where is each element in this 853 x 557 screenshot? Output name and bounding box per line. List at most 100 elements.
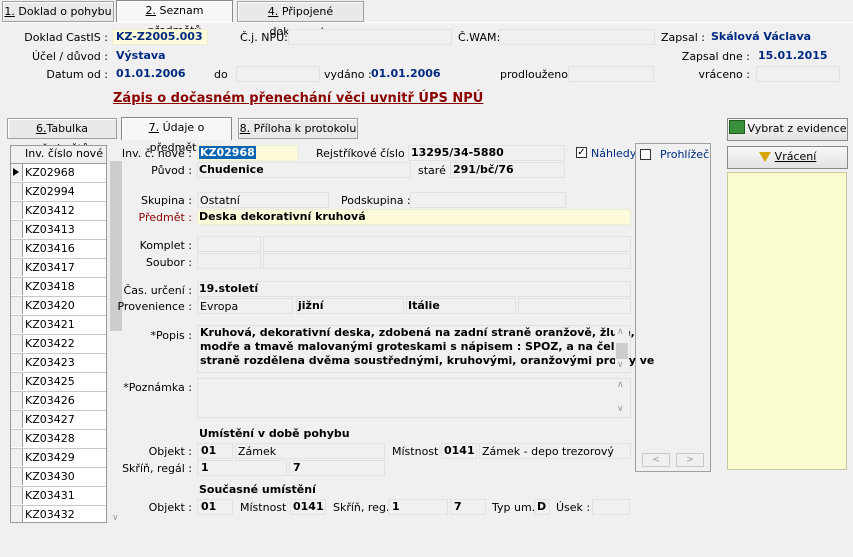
puvod-value: Chudenice — [199, 163, 264, 176]
pohyb-regal-field[interactable] — [289, 460, 385, 476]
return-arrow-icon — [758, 152, 771, 162]
row-indicator[interactable] — [11, 373, 23, 390]
table-row[interactable]: KZ03412 — [11, 202, 106, 221]
tab-tabulka-predmetu[interactable]: 6.Tabulka předmětů — [7, 118, 117, 155]
tab-pripojene-dokumenty[interactable]: 4. Připojené dokumenty — [237, 1, 364, 38]
items-grid[interactable]: Inv. číslo nové KZ02968 KZ02994 KZ03412 KZ0… — [10, 145, 107, 523]
tab-divider-line — [0, 22, 853, 23]
row-indicator[interactable] — [11, 468, 23, 485]
row-indicator[interactable] — [11, 354, 23, 371]
table-row[interactable]: KZ03421 — [11, 316, 106, 335]
do-field[interactable] — [236, 66, 320, 82]
grid-cell-inv-cislo: KZ03430 — [25, 470, 75, 483]
stare-value: 291/bč/76 — [453, 163, 514, 176]
table-row[interactable]: KZ03417 — [11, 259, 106, 278]
scroll-right-icon[interactable]: > — [676, 453, 704, 467]
vybrat-z-evidence-button[interactable]: Vybrat z evidence — [727, 118, 848, 141]
scroll-down-icon[interactable]: ∨ — [112, 513, 119, 523]
grid-cell-inv-cislo: KZ03412 — [25, 204, 75, 217]
image-preview-panel — [727, 172, 847, 470]
zapsal-value: Skálová Václava — [711, 30, 812, 43]
table-row[interactable]: KZ03430 — [11, 468, 106, 487]
soucasne-mistnost-label: Místnost : — [240, 501, 294, 514]
soucasne-usek-label: Úsek : — [556, 501, 591, 514]
soubor-name-field[interactable] — [263, 253, 631, 269]
komplet-code-field[interactable] — [197, 236, 261, 252]
popis-scroll-down-icon[interactable]: ∨ — [617, 360, 624, 370]
row-indicator[interactable] — [11, 278, 23, 295]
poznamka-textarea[interactable] — [197, 378, 631, 418]
row-indicator[interactable] — [11, 297, 23, 314]
poznamka-scroll-down-icon[interactable]: ∨ — [617, 404, 624, 414]
table-row[interactable]: KZ03428 — [11, 430, 106, 449]
table-row[interactable]: KZ03420 — [11, 297, 106, 316]
table-row[interactable]: KZ03416 — [11, 240, 106, 259]
table-row[interactable]: KZ02968 — [11, 164, 106, 183]
cj-field[interactable] — [288, 29, 452, 45]
row-indicator[interactable] — [11, 487, 23, 504]
cwam-field[interactable] — [499, 29, 655, 45]
row-indicator[interactable] — [11, 335, 23, 352]
table-row[interactable]: KZ03413 — [11, 221, 106, 240]
table-row[interactable]: KZ03431 — [11, 487, 106, 506]
tab-udaje-o-predmetu[interactable]: 7. Údaje o předmětu — [121, 117, 232, 154]
prohlizec-checkbox[interactable] — [640, 149, 651, 160]
provenience-field-4[interactable] — [518, 298, 631, 314]
cas-urceni-field[interactable] — [197, 281, 631, 297]
row-indicator[interactable] — [11, 202, 23, 219]
grid-rows: KZ02968 KZ02994 KZ03412 KZ03413 KZ03416 KZ034… — [11, 164, 106, 522]
pohyb-mistnost-code: 0141 — [444, 444, 475, 457]
soucasne-usek-field[interactable] — [592, 499, 630, 515]
poznamka-scroll-up-icon[interactable]: ∧ — [617, 380, 624, 390]
vraceno-field[interactable] — [756, 66, 840, 82]
table-row[interactable]: KZ03425 — [11, 373, 106, 392]
rejstrik-label: Rejstříkové číslo : — [316, 147, 412, 160]
table-row[interactable]: KZ03427 — [11, 411, 106, 430]
current-row-indicator-icon[interactable] — [11, 164, 23, 181]
podskupina-field[interactable] — [410, 192, 566, 208]
row-indicator[interactable] — [11, 506, 23, 522]
tab-doklad-o-pohybu[interactable]: 1. Doklad o pohybu — [2, 1, 114, 22]
table-row[interactable]: KZ03423 — [11, 354, 106, 373]
row-indicator[interactable] — [11, 183, 23, 200]
row-indicator[interactable] — [11, 449, 23, 466]
row-indicator[interactable] — [11, 316, 23, 333]
table-row[interactable]: KZ02994 — [11, 183, 106, 202]
soucasne-objekt-label: Objekt : — [148, 501, 192, 514]
popis-scrollbar[interactable]: ∧ ∨ — [615, 326, 629, 372]
row-indicator[interactable] — [11, 259, 23, 276]
nahledy-checkbox[interactable]: ✓ — [576, 147, 587, 158]
komplet-name-field[interactable] — [263, 236, 631, 252]
row-indicator[interactable] — [11, 411, 23, 428]
prohlizec-panel: Prohlížeč < > — [635, 143, 711, 472]
row-indicator[interactable] — [11, 221, 23, 238]
popis-scroll-up-icon[interactable]: ∧ — [617, 327, 624, 337]
zapsal-dne-label: Zapsal dne : — [681, 50, 750, 63]
vydano-label: vydáno : — [324, 68, 372, 81]
soucasne-regal-value: 7 — [454, 500, 462, 513]
zapsal-label: Zapsal : — [661, 31, 705, 44]
doklad-label: Doklad CastIS : — [24, 31, 108, 44]
popis-scroll-thumb[interactable] — [616, 343, 628, 359]
soucasne-typ-value: D — [537, 500, 547, 513]
pohyb-skrin-field[interactable] — [197, 460, 287, 476]
soubor-code-field[interactable] — [197, 253, 261, 269]
table-row[interactable]: KZ03422 — [11, 335, 106, 354]
table-row[interactable]: KZ03418 — [11, 278, 106, 297]
row-indicator[interactable] — [11, 430, 23, 447]
table-row[interactable]: KZ03429 — [11, 449, 106, 468]
table-row[interactable]: KZ03432 — [11, 506, 106, 522]
row-indicator[interactable] — [11, 240, 23, 257]
prodlouzeno-field[interactable] — [568, 66, 654, 82]
row-indicator[interactable] — [11, 392, 23, 409]
inv-label: Inv. č. nové : — [121, 147, 192, 160]
soucasne-skrin-label: Skříň, reg.: — [333, 501, 394, 514]
scroll-left-icon[interactable]: < — [642, 453, 670, 467]
poznamka-scrollbar[interactable]: ∧ ∨ — [615, 379, 629, 417]
vraceni-button[interactable]: Vrácení — [727, 146, 848, 169]
zapsal-dne-value: 15.01.2015 — [758, 49, 828, 62]
tab-priloha-k-protokolu[interactable]: 8. Příloha k protokolu — [238, 118, 358, 139]
table-row[interactable]: KZ03426 — [11, 392, 106, 411]
cas-urceni-label: Čas. určení : — [123, 284, 192, 297]
tab-seznam-predmetu[interactable]: 2. Seznam předmětů — [116, 0, 233, 37]
